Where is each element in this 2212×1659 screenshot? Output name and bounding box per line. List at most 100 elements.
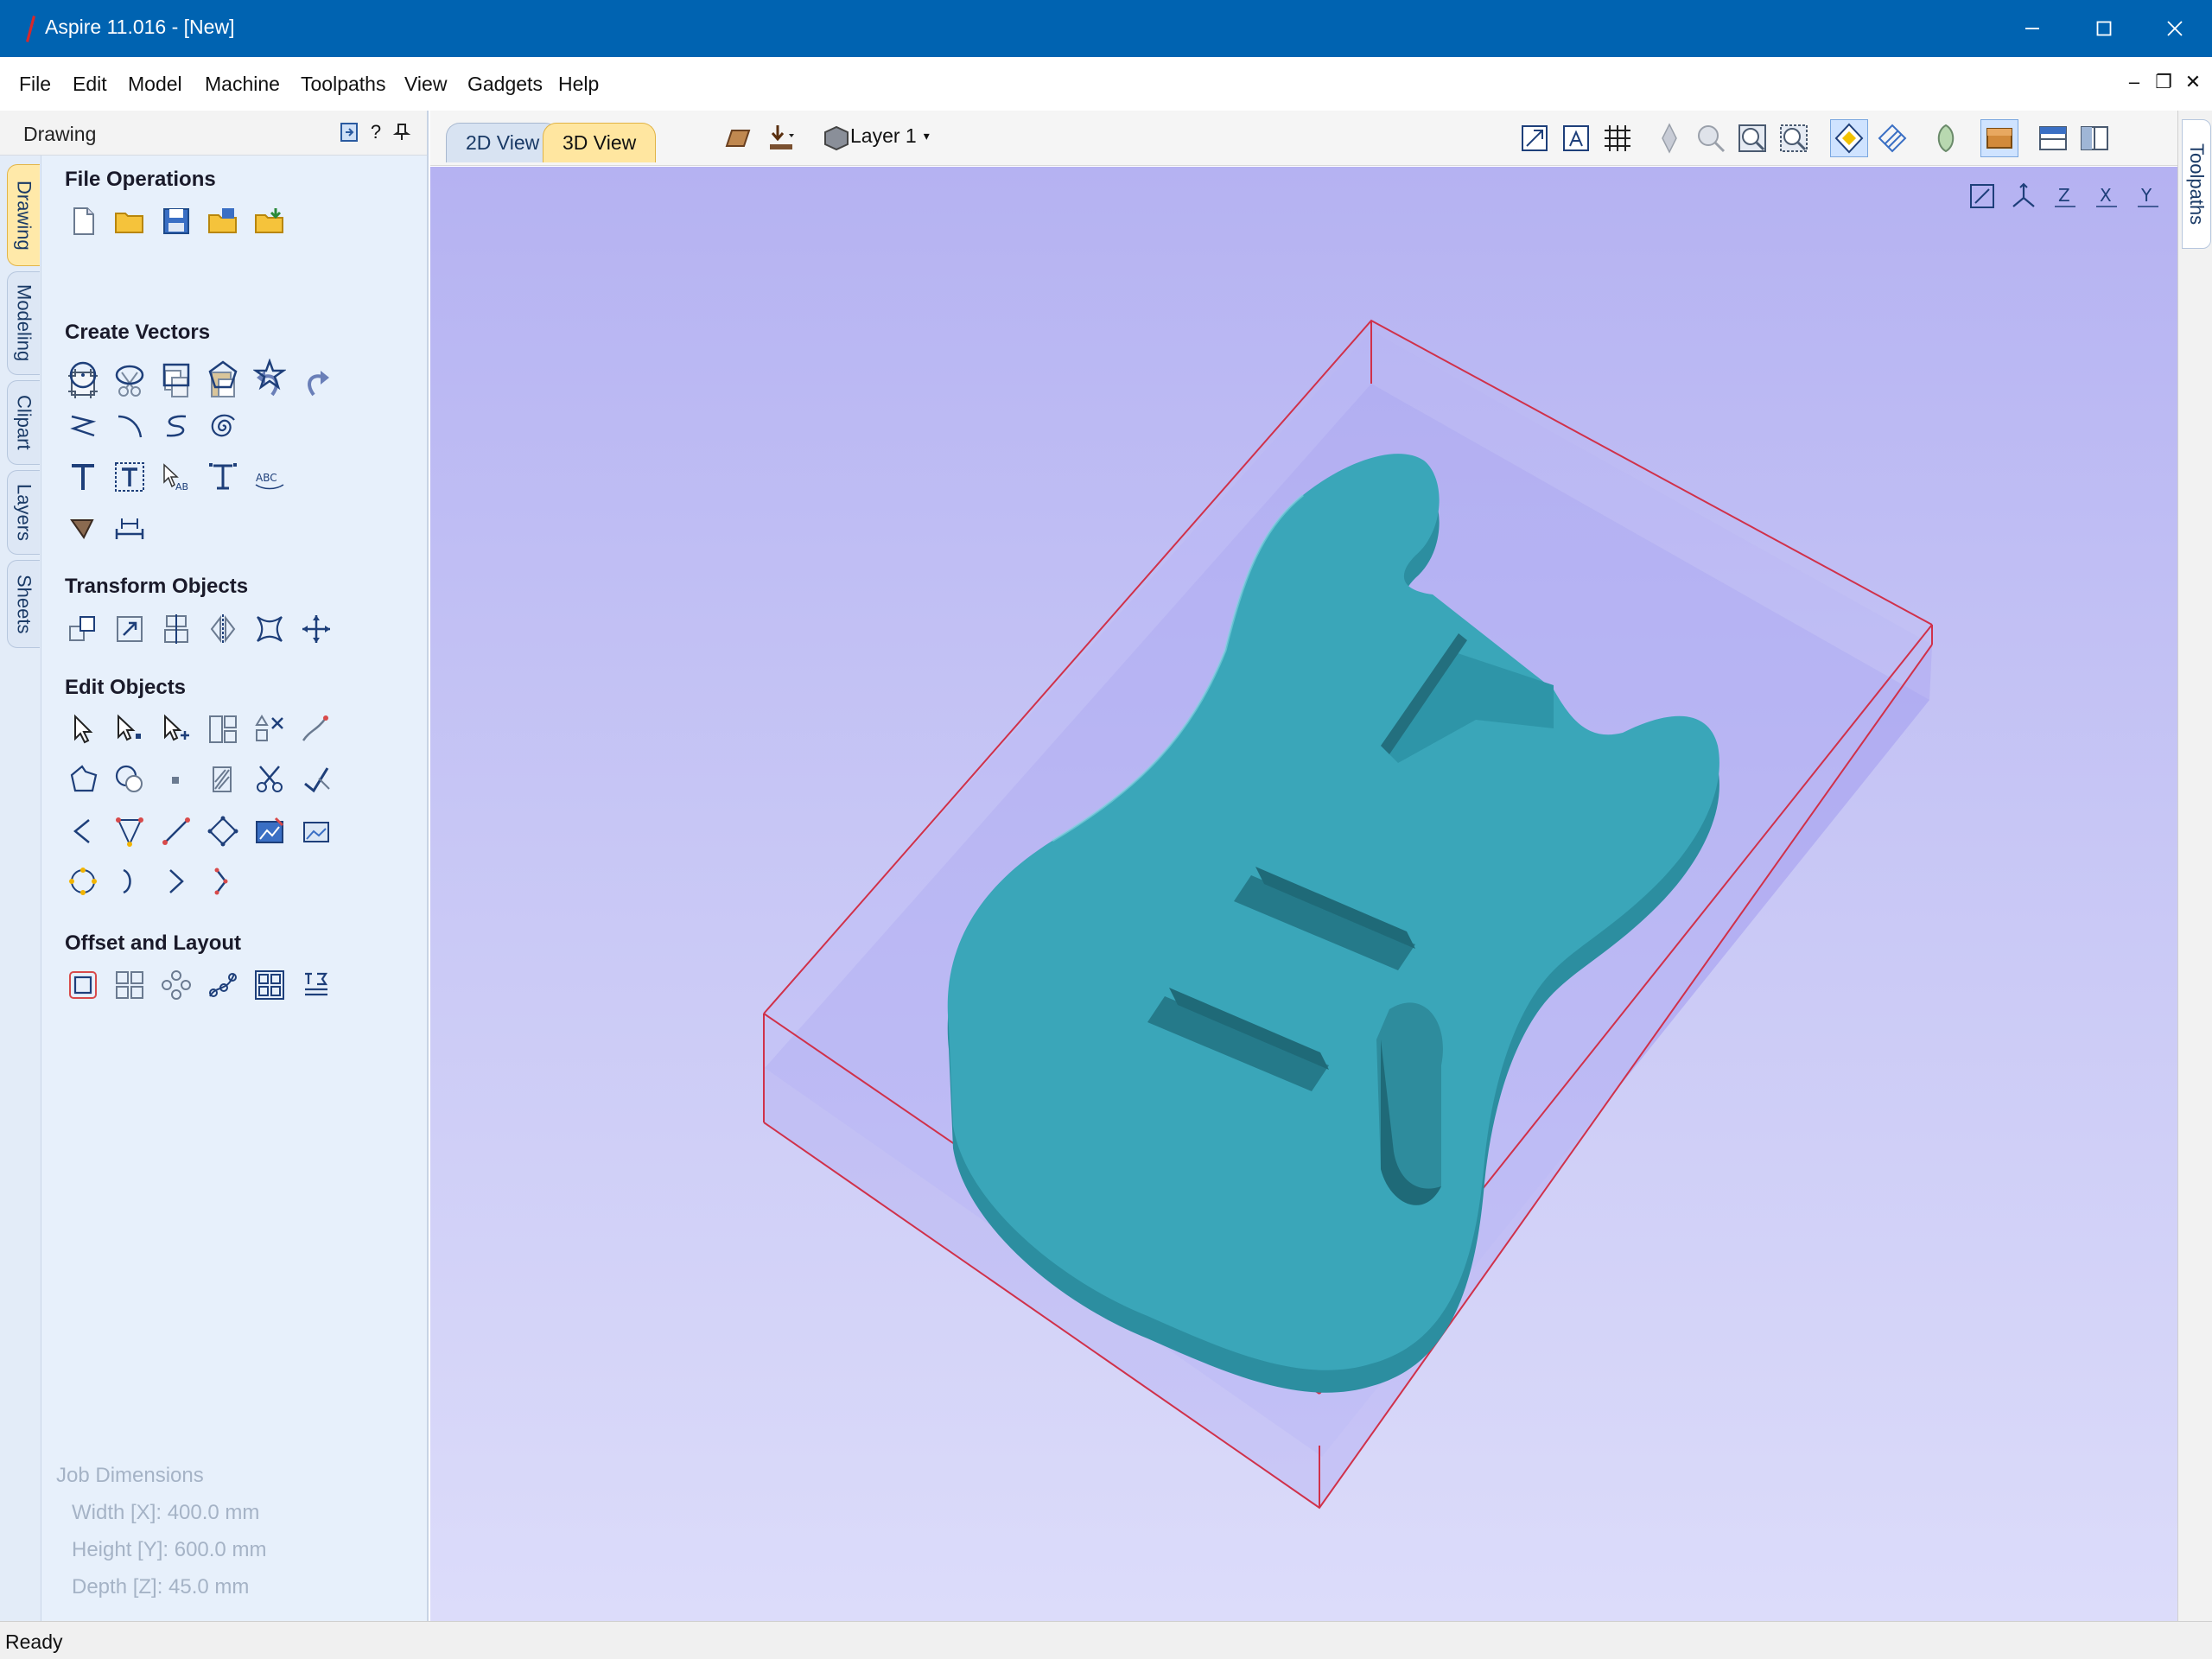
image-icon[interactable] — [297, 812, 335, 850]
mdi-minimize-icon[interactable]: – — [2126, 71, 2143, 93]
autolayout-text-icon[interactable] — [111, 458, 149, 496]
tab-3d-view[interactable]: 3D View — [543, 123, 657, 162]
draw-star-icon[interactable] — [251, 356, 289, 394]
mdi-close-icon[interactable]: ✕ — [2184, 71, 2202, 93]
view-x-icon[interactable]: X — [2089, 179, 2124, 213]
panel-autohide-icon[interactable] — [339, 121, 361, 143]
tab-toolpaths[interactable]: Toolpaths — [2182, 119, 2211, 249]
view-z-icon[interactable]: Z — [2048, 179, 2082, 213]
offset-line-icon[interactable] — [64, 812, 102, 850]
show-model-icon[interactable] — [1927, 119, 1965, 157]
node-edit-icon[interactable] — [111, 710, 149, 748]
menu-edit[interactable]: Edit — [73, 73, 107, 96]
3d-viewport[interactable]: Z X Y — [430, 167, 2177, 1621]
bitmap-trace-icon[interactable] — [251, 812, 289, 850]
panel-pin-icon[interactable] — [391, 121, 413, 143]
snap-icon[interactable] — [1557, 119, 1595, 157]
tab-clipart[interactable]: Clipart — [7, 380, 40, 465]
tab-modeling[interactable]: Modeling — [7, 271, 40, 375]
draw-arc-icon[interactable] — [111, 407, 149, 445]
view-y-icon[interactable]: Y — [2131, 179, 2165, 213]
align-icon[interactable] — [157, 610, 195, 648]
copy-along-vector-icon[interactable] — [204, 966, 242, 1004]
menu-toolpaths[interactable]: Toolpaths — [301, 73, 385, 96]
node-triangle-icon[interactable] — [111, 812, 149, 850]
draw-curve-icon[interactable] — [157, 407, 195, 445]
zoom-to-fit-icon[interactable] — [1965, 179, 1999, 213]
draw-dimensions-icon[interactable] — [64, 509, 102, 547]
select-icon[interactable] — [64, 710, 102, 748]
close-button[interactable] — [2139, 0, 2210, 57]
distort-icon[interactable] — [251, 610, 289, 648]
zoom-out-icon[interactable] — [1775, 119, 1813, 157]
draw-rectangle-icon[interactable] — [157, 356, 195, 394]
open-file-icon[interactable] — [111, 202, 149, 240]
intersect-icon[interactable] — [157, 760, 195, 798]
label-layout-icon[interactable] — [297, 966, 335, 1004]
zoom-window-icon[interactable] — [1692, 119, 1730, 157]
draw-ellipse-icon[interactable] — [111, 356, 149, 394]
show-vectors-icon[interactable] — [1830, 119, 1868, 157]
tab-sheets[interactable]: Sheets — [7, 560, 40, 648]
split-vertical-icon[interactable] — [2075, 119, 2113, 157]
curve-open-right-icon[interactable] — [111, 862, 149, 900]
scale-icon[interactable] — [111, 610, 149, 648]
interactive-select-icon[interactable] — [157, 710, 195, 748]
menu-view[interactable]: View — [404, 73, 447, 96]
array-copy-icon[interactable] — [111, 966, 149, 1004]
mirror-icon[interactable] — [204, 610, 242, 648]
dimension-tool-icon[interactable] — [111, 509, 149, 547]
zoom-extents-icon[interactable] — [1516, 119, 1554, 157]
split-horizontal-icon[interactable] — [2034, 119, 2072, 157]
text-arc-icon[interactable]: ABC — [251, 458, 289, 496]
menu-model[interactable]: Model — [128, 73, 182, 96]
tab-drawing[interactable]: Drawing — [7, 164, 40, 266]
import-icon[interactable] — [251, 202, 289, 240]
curve-chevron-icon[interactable] — [157, 862, 195, 900]
import-model-icon[interactable] — [762, 119, 800, 157]
ungroup-icon[interactable] — [251, 710, 289, 748]
menu-machine[interactable]: Machine — [205, 73, 280, 96]
draw-polyline-icon[interactable] — [64, 407, 102, 445]
trim-icon[interactable] — [251, 760, 289, 798]
draw-text-icon[interactable] — [64, 458, 102, 496]
panel-help-icon[interactable]: ? — [365, 121, 387, 143]
nesting-icon[interactable] — [251, 966, 289, 1004]
save-icon[interactable] — [157, 202, 195, 240]
material-setup-icon[interactable] — [719, 119, 757, 157]
smooth-icon[interactable] — [204, 812, 242, 850]
move-icon[interactable] — [64, 610, 102, 648]
layer-dropdown[interactable]: Layer 1 ▾ — [850, 124, 930, 148]
extend-icon[interactable] — [297, 760, 335, 798]
menu-gadgets[interactable]: Gadgets — [467, 73, 543, 96]
curve-nodes-icon[interactable] — [204, 862, 242, 900]
draw-circle-icon[interactable] — [64, 356, 102, 394]
draw-polygon-icon[interactable] — [204, 356, 242, 394]
text-properties-icon[interactable] — [204, 458, 242, 496]
text-on-curve-icon[interactable]: AB — [157, 458, 195, 496]
weld-icon[interactable] — [64, 760, 102, 798]
save-as-icon[interactable] — [204, 202, 242, 240]
maximize-button[interactable] — [2069, 0, 2139, 57]
redo-icon[interactable] — [297, 365, 335, 403]
draw-spiral-icon[interactable] — [204, 407, 242, 445]
circular-array-icon[interactable] — [157, 966, 195, 1004]
tab-layers[interactable]: Layers — [7, 470, 40, 555]
iso-view-icon[interactable] — [2006, 179, 2041, 213]
show-material-icon[interactable] — [1980, 119, 2018, 157]
menu-file[interactable]: File — [19, 73, 51, 96]
offset-icon[interactable] — [64, 966, 102, 1004]
zoom-in-icon[interactable] — [1733, 119, 1771, 157]
group-icon[interactable] — [204, 710, 242, 748]
new-file-icon[interactable] — [64, 202, 102, 240]
set-origin-icon[interactable] — [297, 610, 335, 648]
fillet-icon[interactable] — [204, 760, 242, 798]
show-toolpaths-icon[interactable] — [1873, 119, 1911, 157]
grid-icon[interactable] — [1599, 119, 1637, 157]
join-vectors-icon[interactable] — [297, 710, 335, 748]
pan-icon[interactable] — [1650, 119, 1688, 157]
close-vector-icon[interactable] — [157, 812, 195, 850]
subtract-icon[interactable] — [111, 760, 149, 798]
3d-scene[interactable] — [430, 167, 2177, 1621]
menu-help[interactable]: Help — [558, 73, 599, 96]
